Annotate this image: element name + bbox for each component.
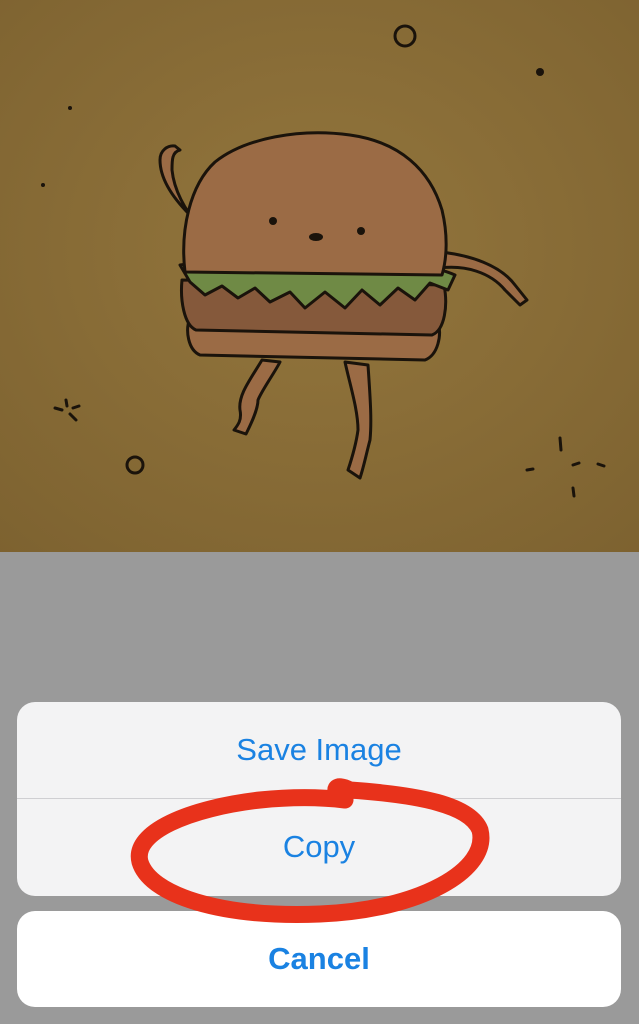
save-image-button[interactable]: Save Image (17, 702, 621, 798)
burger-photo (0, 0, 639, 552)
action-sheet: Save Image Copy (17, 702, 621, 896)
screen: Save Image Copy Cancel (0, 0, 639, 1024)
cancel-button[interactable]: Cancel (17, 911, 621, 1007)
copy-button[interactable]: Copy (17, 799, 621, 895)
